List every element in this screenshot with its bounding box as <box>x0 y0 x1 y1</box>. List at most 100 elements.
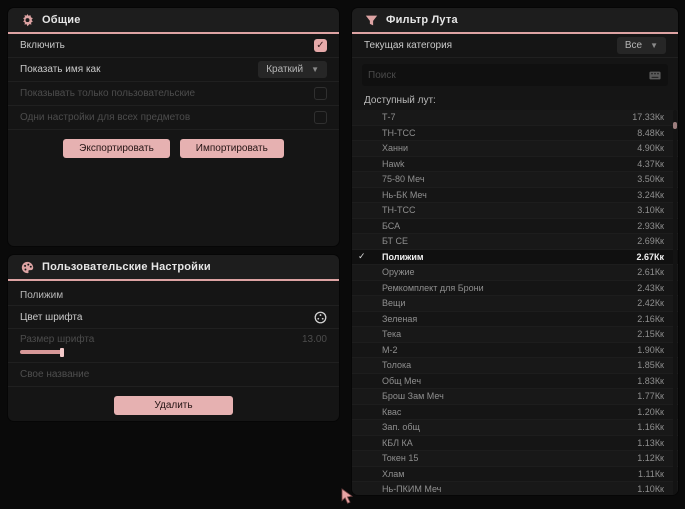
item-value: 1.12Кк <box>637 453 664 464</box>
color-picker-icon[interactable] <box>313 310 327 324</box>
loot-list-item[interactable]: Брош Зам Меч 1.77Кк <box>352 389 678 405</box>
category-dropdown[interactable]: Все ▼ <box>616 37 666 54</box>
item-value: 1.16Кк <box>637 422 664 433</box>
general-panel-header: Общие <box>8 8 339 34</box>
loot-filter-panel: Фильтр Лута Текущая категория Все ▼ Дост… <box>352 8 678 495</box>
palette-icon <box>20 260 34 274</box>
loot-list-item[interactable]: БСА 2.93Кк <box>352 219 678 234</box>
only-custom-checkbox[interactable] <box>314 87 327 100</box>
loot-list-item[interactable]: Общ Меч 1.83Кк <box>352 374 678 389</box>
loot-list-item[interactable]: ТН-ТСС 3.10Кк <box>352 203 678 219</box>
loot-list-item[interactable]: Ремкомплект для Брони 2.43Кк <box>352 281 678 296</box>
loot-list-item[interactable]: Нь-БК Меч 3.24Кк <box>352 188 678 203</box>
loot-list-item[interactable]: ТН-ТСС 8.48Кк <box>352 126 678 141</box>
loot-list-item[interactable]: Нь-ПКИМ Меч 1.10Кк <box>352 482 678 495</box>
item-value: 3.10Кк <box>637 205 664 216</box>
font-size-slider[interactable] <box>20 348 327 357</box>
item-name: Общ Меч <box>382 375 422 386</box>
loot-list-item[interactable]: Толока 1.85Кк <box>352 358 678 374</box>
loot-list-item[interactable]: Токен 15 1.12Кк <box>352 451 678 467</box>
loot-list-item[interactable]: Вещи 2.42Кк <box>352 296 678 312</box>
same-settings-checkbox[interactable] <box>314 111 327 124</box>
font-size-slider-thumb[interactable] <box>60 348 64 357</box>
loot-list-item[interactable]: ✓ Полижим 2.67Кк <box>352 249 678 265</box>
category-label: Текущая категория <box>364 40 453 51</box>
item-value: 2.93Кк <box>637 220 664 231</box>
loot-list-item[interactable]: Зеленая 2.16Кк <box>352 312 678 327</box>
item-value: 2.61Кк <box>637 267 664 278</box>
item-name: Хлам <box>382 468 405 479</box>
keyboard-icon[interactable] <box>649 68 662 82</box>
show-name-row: Показать имя как Краткий ▼ <box>8 58 339 82</box>
selected-item-name: Полижим <box>20 290 64 301</box>
font-color-label: Цвет шрифта <box>20 311 83 323</box>
mouse-cursor <box>341 488 354 509</box>
delete-button[interactable]: Удалить <box>114 396 233 415</box>
loot-list-item[interactable]: Ханни 4.90Кк <box>352 141 678 157</box>
category-dropdown-value: Все <box>624 40 643 51</box>
item-name: БТ СЕ <box>382 236 409 247</box>
show-name-dropdown-value: Краткий <box>266 64 304 75</box>
item-name: Т-7 <box>382 112 396 123</box>
loot-list-item[interactable]: БТ СЕ 2.69Кк <box>352 234 678 250</box>
loot-list-item[interactable]: Оружие 2.61Кк <box>352 265 678 281</box>
search-input[interactable] <box>368 69 649 81</box>
item-name: Полижим <box>382 251 424 262</box>
item-value: 1.85Кк <box>637 360 664 371</box>
item-value: 2.67Кк <box>636 251 664 262</box>
item-name: ТН-ТСС <box>382 205 416 216</box>
item-value: 2.15Кк <box>637 329 664 340</box>
item-name: Брош Зам Меч <box>382 391 444 402</box>
only-custom-label: Показывать только пользовательские <box>20 88 195 99</box>
item-value: 3.50Кк <box>637 174 664 185</box>
item-value: 8.48Кк <box>637 127 664 138</box>
show-name-dropdown[interactable]: Краткий ▼ <box>258 61 327 78</box>
custom-settings-title: Пользовательские Настройки <box>42 261 211 273</box>
font-color-row: Цвет шрифта <box>8 305 339 329</box>
item-value: 1.77Кк <box>637 391 664 402</box>
item-value: 1.83Кк <box>637 375 664 386</box>
item-value: 2.16Кк <box>637 313 664 324</box>
font-size-value: 13.00 <box>301 334 327 345</box>
same-settings-row: Одни настройки для всех предметов <box>8 106 339 130</box>
loot-list-item[interactable]: Квас 1.20Кк <box>352 405 678 420</box>
search-box <box>362 64 668 86</box>
item-name: Нь-БК Меч <box>382 189 427 200</box>
loot-list-item[interactable]: Т-7 17.33Кк <box>352 110 678 126</box>
gear-icon <box>20 13 34 27</box>
item-name: Оружие <box>382 267 415 278</box>
loot-list-item[interactable]: Тека 2.15Кк <box>352 327 678 343</box>
loot-list-item[interactable]: Hawk 4.37Кк <box>352 157 678 172</box>
available-loot-label: Доступный лут: <box>364 95 436 106</box>
item-name: Квас <box>382 406 402 417</box>
loot-list-scrollbar[interactable] <box>673 110 677 495</box>
custom-name-input[interactable] <box>20 369 327 380</box>
font-size-slider-fill <box>20 350 62 354</box>
enable-checkbox[interactable]: ✓ <box>314 39 327 52</box>
item-value: 3.24Кк <box>637 189 664 200</box>
loot-list-item[interactable]: 75-80 Меч 3.50Кк <box>352 172 678 188</box>
font-size-row: Размер шрифта 13.00 <box>8 329 339 363</box>
general-panel: Общие Включить ✓ Показать имя как Кратки… <box>8 8 339 246</box>
loot-list-item[interactable]: Зап. общ 1.16Кк <box>352 420 678 436</box>
item-name: 75-80 Меч <box>382 174 425 185</box>
custom-buttons-row: Удалить <box>8 387 339 421</box>
loot-list-item[interactable]: КБЛ КА 1.13Кк <box>352 436 678 451</box>
item-name: Вещи <box>382 298 406 309</box>
item-value: 2.43Кк <box>637 282 664 293</box>
item-name: Нь-ПКИМ Меч <box>382 484 442 495</box>
item-name: БСА <box>382 220 401 231</box>
item-name: Ремкомплект для Брони <box>382 282 484 293</box>
loot-list-scroll-thumb[interactable] <box>673 122 677 129</box>
item-value: 1.11Кк <box>637 468 664 479</box>
loot-list-item[interactable]: М-2 1.90Кк <box>352 343 678 358</box>
general-panel-title: Общие <box>42 14 81 26</box>
show-name-label: Показать имя как <box>20 64 101 75</box>
item-value: 1.13Кк <box>637 437 664 448</box>
loot-list-item[interactable]: Хлам 1.11Кк <box>352 467 678 482</box>
item-name: М-2 <box>382 344 398 355</box>
import-button[interactable]: Импортировать <box>179 139 284 158</box>
enable-label: Включить <box>20 40 65 51</box>
item-name: КБЛ КА <box>382 437 413 448</box>
export-button[interactable]: Экспортировать <box>63 139 170 158</box>
